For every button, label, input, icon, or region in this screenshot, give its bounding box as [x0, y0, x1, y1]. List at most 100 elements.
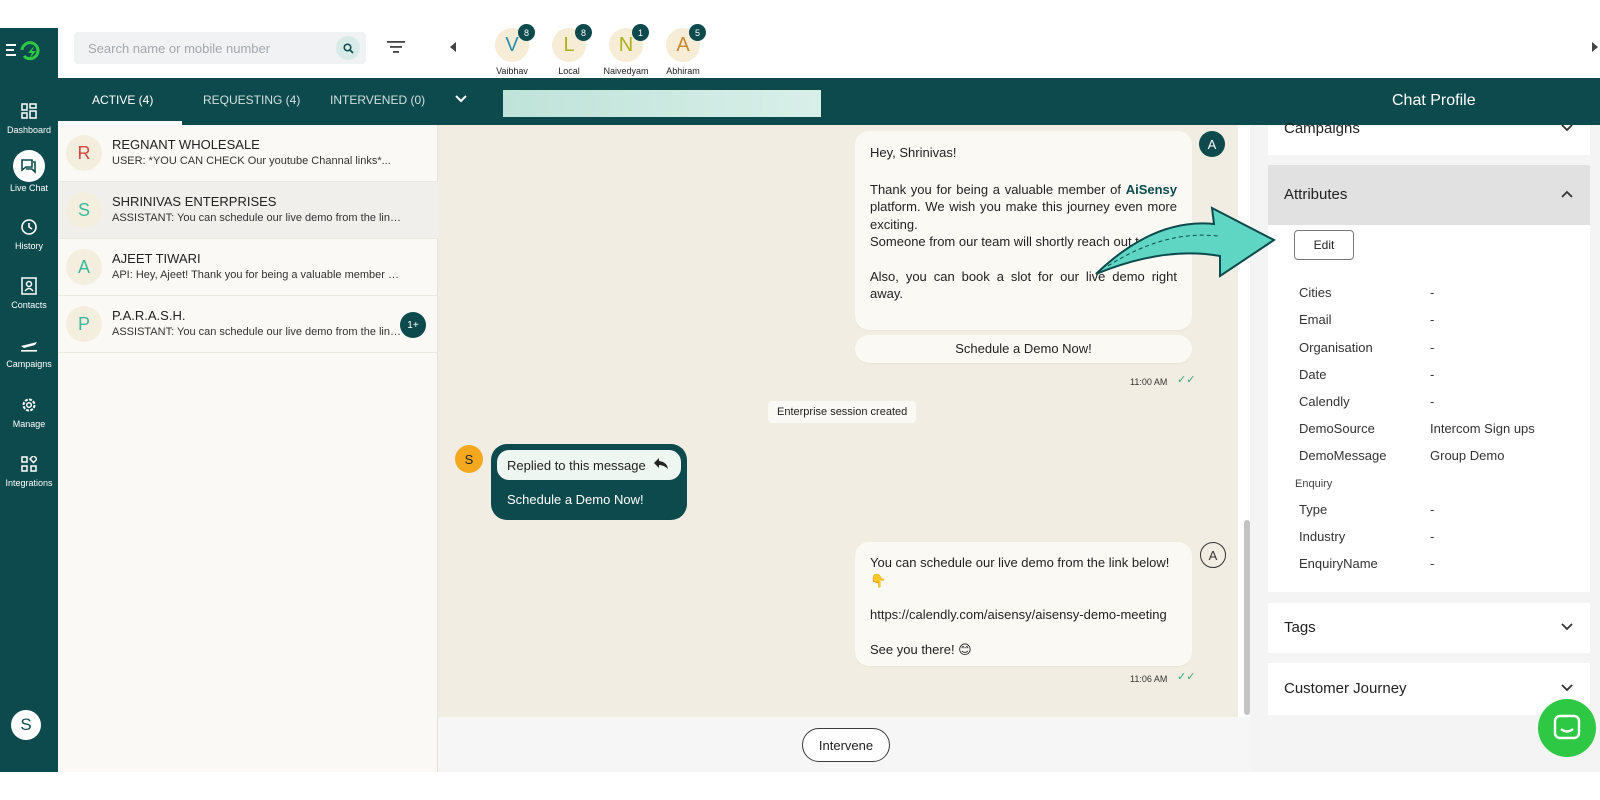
- outgoing-message: You can schedule our live demo from the …: [855, 542, 1192, 666]
- aisensy-logo[interactable]: [4, 38, 44, 64]
- agent-naivedyam[interactable]: N 1 Naivedyam: [596, 24, 656, 76]
- contact-avatar: A: [66, 249, 102, 285]
- chat-list: R REGNANT WHOLESALE USER: *YOU CAN CHECK…: [58, 125, 438, 772]
- double-check-icon: ✓✓: [1177, 671, 1196, 683]
- agent-initial: A: [676, 33, 690, 56]
- nav-integrations[interactable]: Integrations: [0, 451, 58, 503]
- attribute-value: Group Demo: [1430, 448, 1505, 463]
- agents-scroll-left-icon[interactable]: [450, 42, 456, 52]
- contact-avatar: P: [66, 306, 102, 342]
- nav-manage[interactable]: Manage: [0, 392, 58, 444]
- chat-icon: [13, 150, 45, 182]
- message-preview: API: Hey, Ajeet! Thank you for being a v…: [112, 269, 402, 281]
- agent-initial: V: [505, 33, 519, 56]
- attribute-label: Cities: [1299, 285, 1332, 300]
- annotation-arrow-icon: [1094, 190, 1280, 285]
- user-avatar[interactable]: S: [11, 710, 41, 740]
- message-emoji: 👇: [870, 572, 887, 588]
- incoming-message: Replied to this message Schedule a Demo …: [491, 444, 687, 520]
- nav-campaigns-label: Campaigns: [6, 359, 52, 369]
- agent-abhiram[interactable]: A 5 Abhiram: [653, 24, 713, 76]
- chevron-down-icon[interactable]: [454, 92, 468, 111]
- chevron-down-icon[interactable]: [1560, 681, 1574, 700]
- chat-list-item[interactable]: P P.A.R.A.S.H. ASSISTANT: You can schedu…: [58, 296, 438, 353]
- nav-contacts[interactable]: Contacts: [0, 273, 58, 325]
- contact-initial: R: [77, 142, 91, 163]
- chevron-down-icon[interactable]: [1560, 121, 1574, 140]
- contact-name: SHRINIVAS ENTERPRISES: [112, 194, 277, 209]
- intervene-button[interactable]: Intervene: [802, 728, 890, 762]
- message-time: 11:06 AM: [1130, 674, 1168, 684]
- nav-dashboard-label: Dashboard: [6, 125, 52, 135]
- tags-section[interactable]: Tags: [1268, 603, 1590, 653]
- contact-initial: P: [77, 313, 90, 334]
- agent-local[interactable]: L 8 Local: [539, 24, 599, 76]
- message-preview: ASSISTANT: You can schedule our live dem…: [112, 212, 402, 224]
- agent-initial: N: [618, 33, 634, 56]
- nav-campaigns[interactable]: Campaigns: [0, 332, 58, 384]
- message-preview: ASSISTANT: You can schedule our live dem…: [112, 326, 402, 338]
- filter-icon[interactable]: [386, 39, 406, 60]
- agent-vaibhav[interactable]: V 8 Vaibhav: [482, 24, 542, 76]
- agent-avatar: A: [1200, 542, 1226, 568]
- attributes-header[interactable]: Attributes: [1268, 165, 1590, 225]
- attribute-label: EnquiryName: [1299, 556, 1378, 571]
- nav-dashboard[interactable]: Dashboard: [0, 98, 58, 150]
- attributes-title: Attributes: [1284, 186, 1348, 203]
- contact-initial: S: [77, 199, 90, 220]
- attribute-label: Date: [1299, 367, 1327, 382]
- integrations-icon: [16, 451, 42, 477]
- attribute-value: -: [1430, 367, 1435, 382]
- chat-list-item[interactable]: R REGNANT WHOLESALE USER: *YOU CAN CHECK…: [58, 125, 438, 182]
- nav-integrations-label: Integrations: [5, 478, 53, 488]
- double-check-icon: ✓✓: [1177, 374, 1196, 386]
- edit-attributes-button[interactable]: Edit: [1294, 230, 1354, 260]
- tab-active[interactable]: ACTIVE (4): [92, 93, 153, 107]
- history-icon: [16, 214, 42, 240]
- top-bar: Search name or mobile number V 8 Vaibhav…: [58, 24, 1600, 78]
- campaigns-section[interactable]: Campaigns: [1268, 120, 1590, 155]
- tabs-bar: ACTIVE (4) REQUESTING (4) INTERVENED (0)…: [58, 78, 1600, 125]
- reply-icon: [653, 457, 669, 474]
- enquiry-heading: Enquiry: [1295, 478, 1333, 490]
- support-chat-icon[interactable]: [1538, 699, 1596, 757]
- message-greeting: Hey, Shrinivas!: [870, 145, 957, 160]
- agent-count-badge: 5: [689, 24, 706, 41]
- chat-list-item[interactable]: A AJEET TIWARI API: Hey, Ajeet! Thank yo…: [58, 239, 438, 296]
- gear-icon: [16, 392, 42, 418]
- tab-requesting[interactable]: REQUESTING (4): [203, 93, 300, 107]
- chat-list-item[interactable]: S SHRINIVAS ENTERPRISES ASSISTANT: You c…: [58, 182, 438, 239]
- contact-name: P.A.R.A.S.H.: [112, 308, 186, 323]
- attribute-value: -: [1430, 312, 1435, 327]
- message-text: Thank you for being a valuable member of: [870, 181, 1126, 197]
- attribute-label: Type: [1299, 502, 1328, 517]
- search-box[interactable]: Search name or mobile number: [74, 32, 366, 64]
- attribute-value: -: [1430, 529, 1435, 544]
- tab-intervened[interactable]: INTERVENED (0): [330, 93, 425, 107]
- agents-scroll-right-icon[interactable]: [1592, 42, 1598, 52]
- quoted-reply[interactable]: Replied to this message: [497, 450, 681, 480]
- agent-avatar: A: [1199, 131, 1225, 157]
- agent-avatar: N 1: [609, 24, 649, 62]
- nav-history[interactable]: History: [0, 214, 58, 266]
- quoted-reply-text: Replied to this message: [507, 457, 646, 473]
- calendly-link[interactable]: https://calendly.com/aisensy/aisensy-dem…: [870, 606, 1177, 624]
- attribute-value: -: [1430, 394, 1435, 409]
- chevron-up-icon[interactable]: [1560, 187, 1574, 206]
- search-input[interactable]: Search name or mobile number: [88, 41, 270, 56]
- nav-live-chat[interactable]: Live Chat: [0, 150, 58, 202]
- agent-avatar: V 8: [495, 24, 535, 62]
- customer-journey-section[interactable]: Customer Journey: [1268, 663, 1590, 715]
- search-icon[interactable]: [336, 36, 360, 60]
- chat-profile-title: Chat Profile: [1392, 92, 1476, 109]
- contact-avatar: R: [66, 135, 102, 171]
- schedule-demo-button[interactable]: Schedule a Demo Now!: [855, 335, 1192, 363]
- chat-header-contact: [503, 90, 821, 117]
- attribute-value: -: [1430, 340, 1435, 355]
- unread-badge: 1+: [400, 312, 426, 338]
- attribute-value: -: [1430, 556, 1435, 571]
- chevron-down-icon[interactable]: [1560, 620, 1574, 639]
- incoming-message-text: Schedule a Demo Now!: [507, 492, 644, 507]
- customer-avatar: S: [455, 445, 483, 473]
- agent-avatar: A 5: [666, 24, 706, 62]
